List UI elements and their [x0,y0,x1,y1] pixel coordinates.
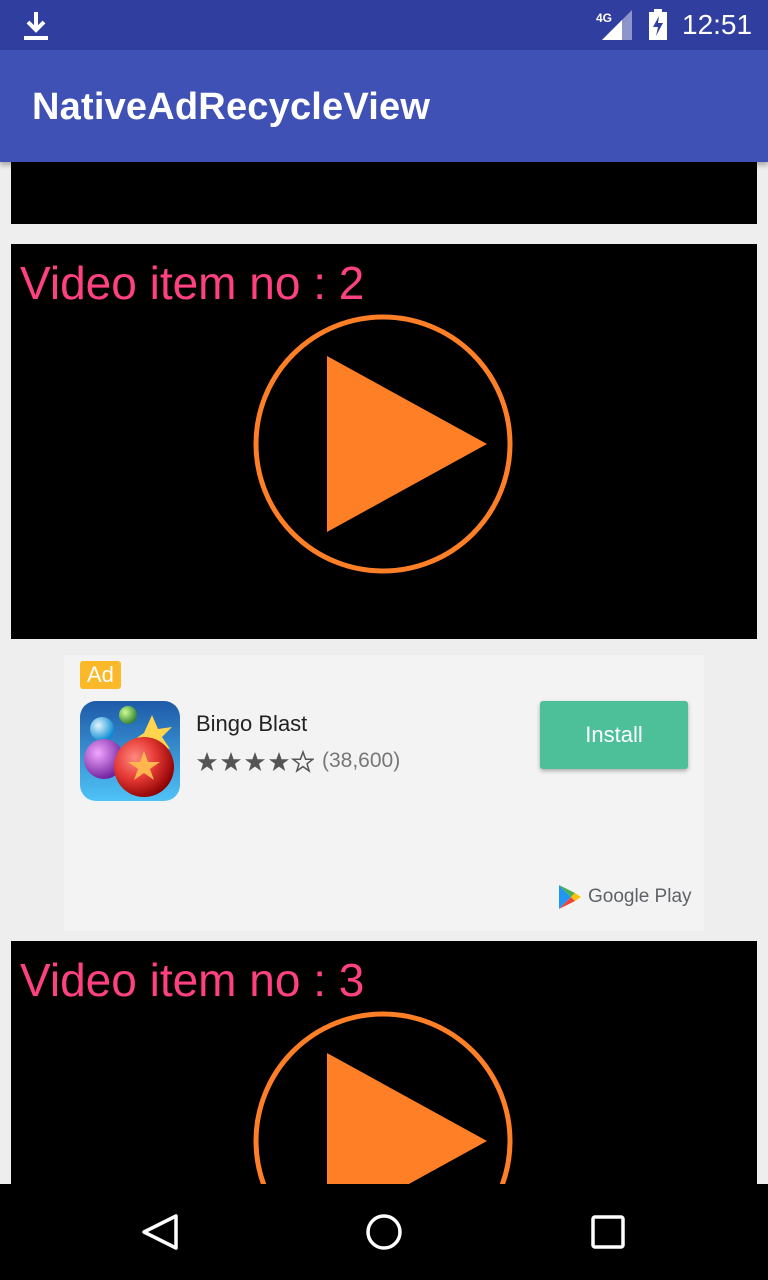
google-play-label: Google Play [588,886,692,907]
home-icon[interactable] [362,1212,406,1252]
ad-app-name[interactable]: Bingo Blast [196,711,307,737]
app-title: NativeAdRecycleView [32,86,431,128]
app-bar: NativeAdRecycleView [0,50,768,162]
video-card-1[interactable] [11,162,757,224]
star-rating [196,748,314,779]
status-bar: 4G 12:51 [0,0,768,50]
video-title: Video item no : 3 [20,954,365,1006]
bingo-blast-app-icon[interactable] [80,701,180,801]
ad-badge: Ad [80,661,121,689]
review-count: (38,600) [322,749,401,772]
clock: 12:51 [682,9,753,40]
video-card-2[interactable]: Video item no : 2 [11,244,757,639]
download-icon [22,10,50,47]
play-icon[interactable] [251,1009,515,1184]
network-type-label: 4G [596,11,613,25]
install-button[interactable]: Install [540,701,688,769]
navigation-bar [0,1184,768,1280]
play-icon[interactable] [251,312,515,581]
back-icon[interactable] [138,1212,182,1252]
battery-charging-icon [648,9,668,46]
recents-icon[interactable] [586,1212,630,1252]
video-title: Video item no : 2 [20,257,365,309]
google-play-icon [558,884,582,915]
native-ad-card[interactable]: Ad Bingo Blast (38,600) Install Google P… [64,655,704,931]
video-card-3[interactable]: Video item no : 3 [11,941,757,1184]
